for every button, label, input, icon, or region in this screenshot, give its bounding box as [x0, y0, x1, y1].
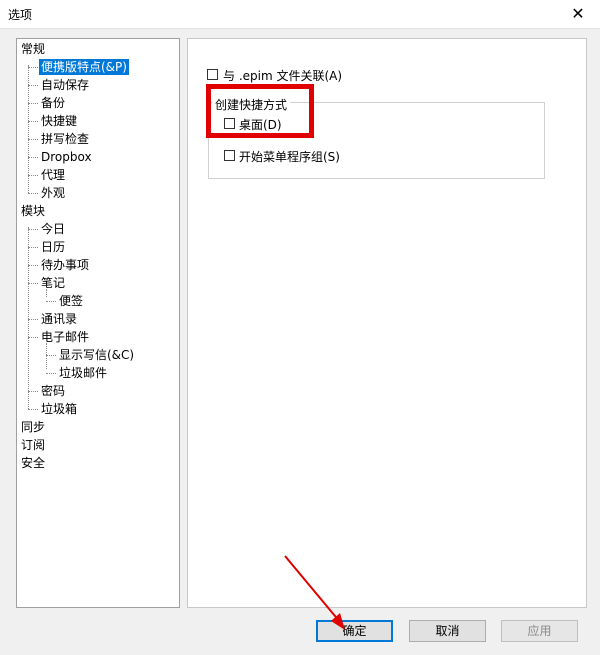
- tree-connector: [28, 121, 38, 122]
- associate-epim-checkbox[interactable]: [207, 69, 218, 80]
- tree-connector: [28, 319, 38, 320]
- tree-item-general[interactable]: 常规: [19, 41, 47, 57]
- ok-button[interactable]: 确定: [316, 620, 393, 642]
- tree-item-sync[interactable]: 同步: [19, 419, 47, 435]
- tree-connector: [28, 229, 38, 230]
- tree-item-backup[interactable]: 备份: [39, 95, 67, 111]
- apply-button[interactable]: 应用: [501, 620, 578, 642]
- tree-connector: [28, 139, 38, 140]
- tree-item-email[interactable]: 电子邮件: [39, 329, 91, 345]
- tree-connector: [28, 283, 38, 284]
- tree-connector: [28, 193, 38, 194]
- tree-item-subscribe[interactable]: 订阅: [19, 437, 47, 453]
- tree-item-appearance[interactable]: 外观: [39, 185, 67, 201]
- tree-item-trash[interactable]: 垃圾箱: [39, 401, 79, 417]
- tree-item-sticky-notes[interactable]: 便签: [57, 293, 85, 309]
- tree-item-proxy[interactable]: 代理: [39, 167, 67, 183]
- tree-connector: [28, 265, 38, 266]
- tree-item-spellcheck[interactable]: 拼写检查: [39, 131, 91, 147]
- tree-connector: [28, 103, 38, 104]
- tree-item-compose[interactable]: 显示写信(&C): [57, 347, 136, 363]
- tree-item-today[interactable]: 今日: [39, 221, 67, 237]
- close-icon[interactable]: ✕: [564, 2, 592, 26]
- tree-connector: [28, 337, 38, 338]
- tree-item-dropbox[interactable]: Dropbox: [39, 149, 94, 165]
- tree-connector: [46, 373, 56, 374]
- tree-connector: [28, 67, 38, 68]
- tree-connector: [28, 391, 38, 392]
- startmenu-shortcut-label[interactable]: 开始菜单程序组(S): [239, 148, 340, 165]
- tree-connector: [28, 157, 38, 158]
- tree-connector: [28, 247, 38, 248]
- tree-item-calendar[interactable]: 日历: [39, 239, 67, 255]
- tree-item-spam[interactable]: 垃圾邮件: [57, 365, 109, 381]
- tree-connector: [28, 175, 38, 176]
- tree-item-notes[interactable]: 笔记: [39, 275, 67, 291]
- tree-item-autosave[interactable]: 自动保存: [39, 77, 91, 93]
- title-bar: 选项 ✕: [0, 0, 600, 28]
- tree-item-portable-features[interactable]: 便携版特点(&P): [39, 59, 129, 75]
- window-title: 选项: [8, 8, 33, 22]
- tree-connector: [46, 301, 56, 302]
- tree-item-todo[interactable]: 待办事项: [39, 257, 91, 273]
- tree-connector: [28, 227, 29, 409]
- tree-connector: [28, 409, 38, 410]
- tree-connector: [46, 355, 56, 356]
- tree-item-hotkeys[interactable]: 快捷键: [39, 113, 79, 129]
- cancel-button[interactable]: 取消: [409, 620, 486, 642]
- startmenu-shortcut-checkbox[interactable]: [224, 150, 235, 161]
- associate-epim-label[interactable]: 与 .epim 文件关联(A): [223, 67, 342, 84]
- tree-item-modules[interactable]: 模块: [19, 203, 47, 219]
- options-tree[interactable]: 常规 便携版特点(&P) 自动保存 备份 快捷键 拼写检查 Dropbox 代理…: [16, 38, 180, 608]
- tree-item-passwords[interactable]: 密码: [39, 383, 67, 399]
- tree-connector: [46, 343, 47, 369]
- tree-item-contacts[interactable]: 通讯录: [39, 311, 79, 327]
- tree-connector: [28, 85, 38, 86]
- tree-item-security[interactable]: 安全: [19, 455, 47, 471]
- highlight-box: [206, 84, 314, 138]
